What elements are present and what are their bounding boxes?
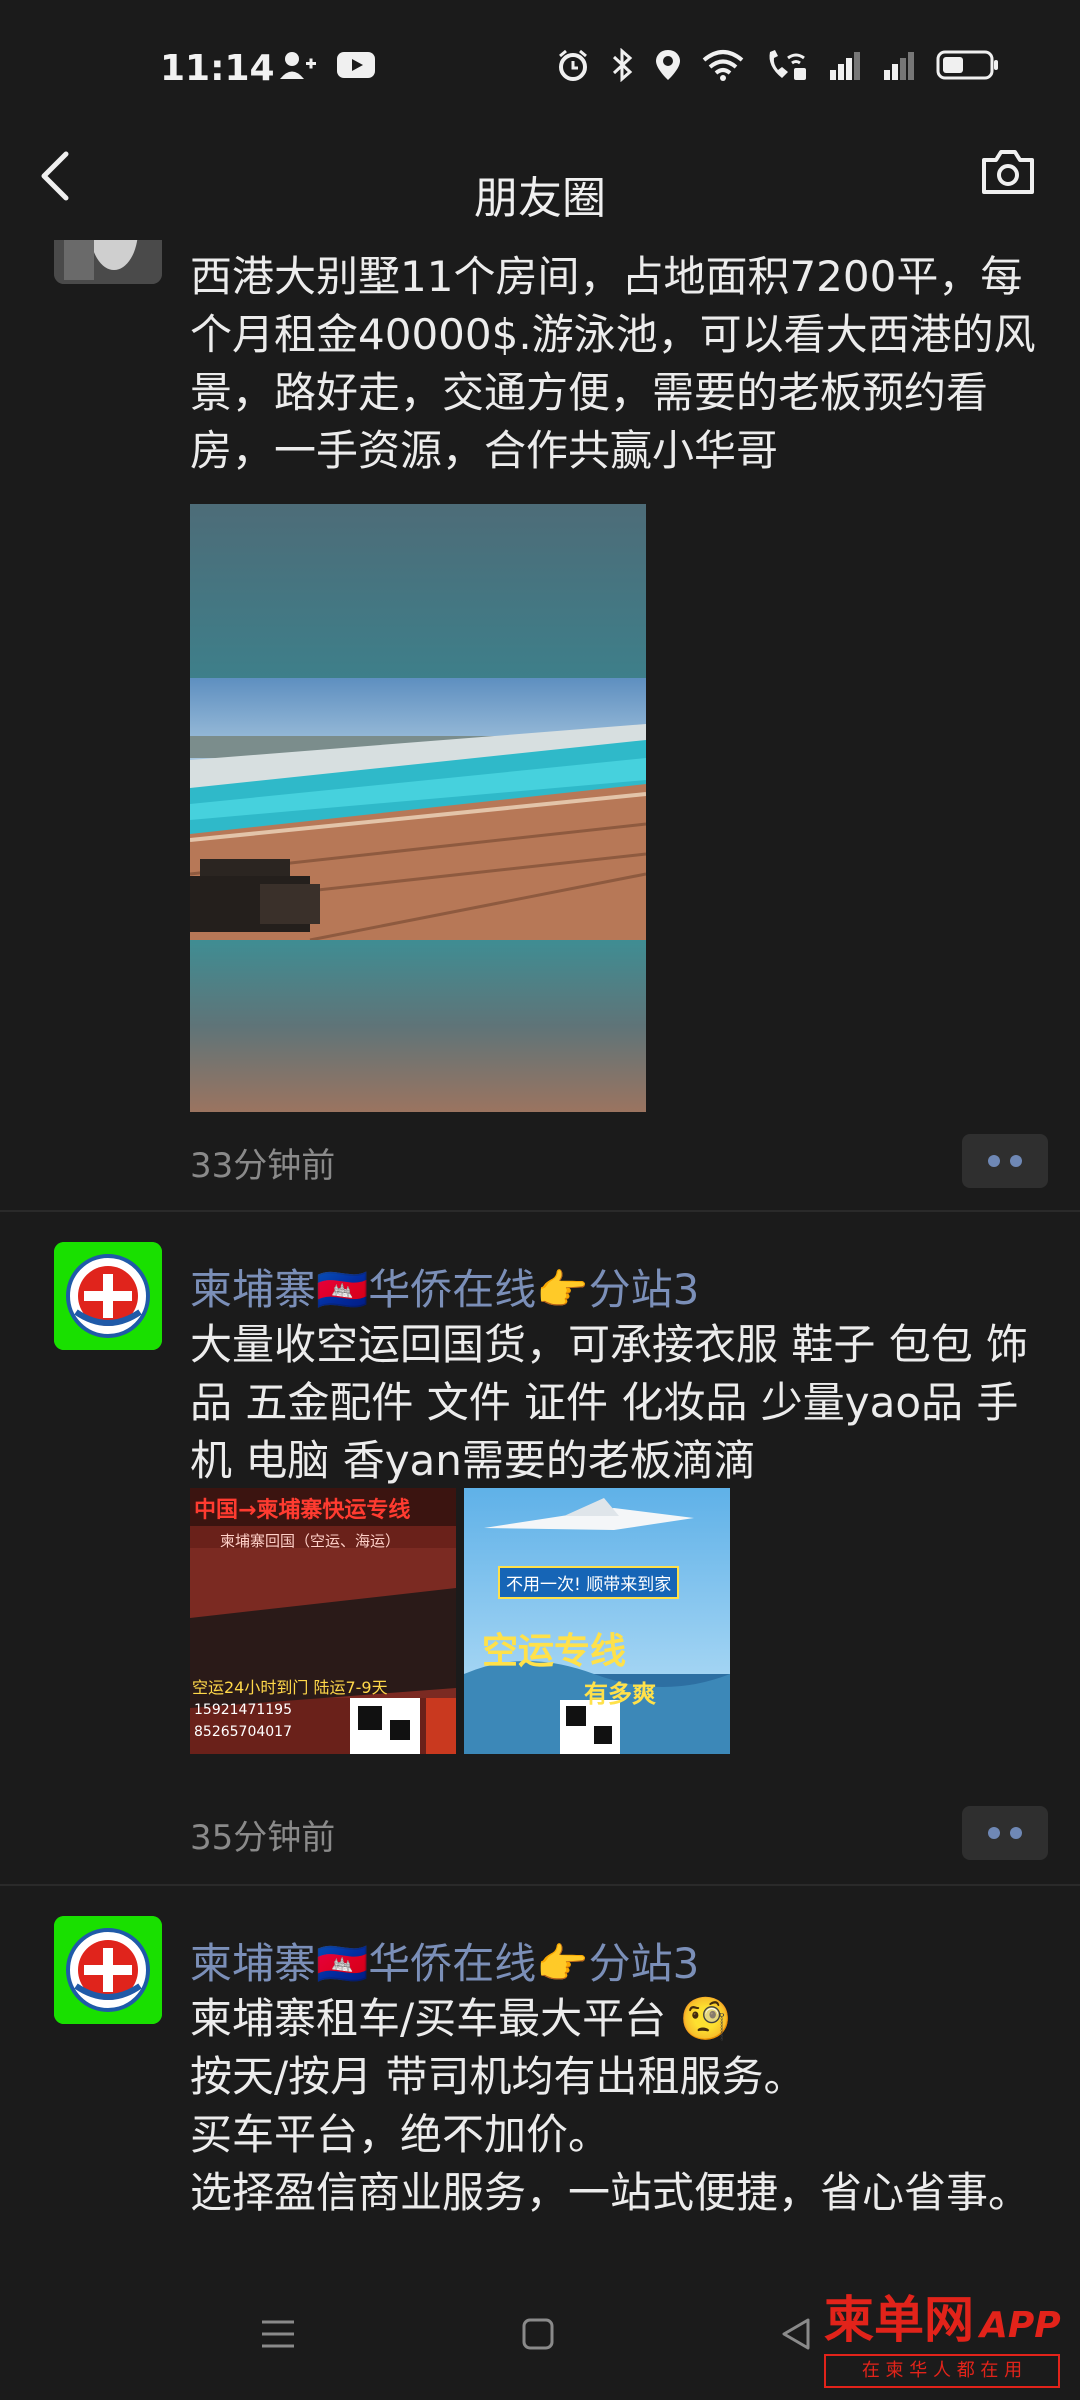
image-subtitle: 柬埔寨回国（空运、海运） (220, 1532, 401, 1550)
moment-post: 柬埔寨🇰🇭华侨在线👉分站3 柬埔寨租车/买车最大平台 🧐 按天/按月 带司机均有… (0, 1886, 1080, 2270)
signal-2-icon (884, 52, 914, 80)
post-text-line: 买车平台，绝不加价。 (190, 2110, 611, 2159)
post-author[interactable]: 柬埔寨🇰🇭华侨在线👉分站3 (190, 1930, 699, 1991)
camera-icon[interactable] (980, 148, 1036, 196)
status-right-icons (556, 48, 1000, 82)
watermark-logo: 柬单网 APP 在 柬 华 人 都 在 用 (810, 2276, 1070, 2394)
image-headline: 空运专线 (482, 1631, 627, 1672)
battery-icon (936, 50, 998, 80)
add-contact-icon (280, 52, 316, 79)
moment-post: 柬埔寨🇰🇭华侨在线👉分站3 大量收空运回国货，可承接衣服 鞋子 包包 饰品 五金… (0, 1212, 1080, 1886)
navigation-bar: 朋友圈 (0, 140, 1080, 240)
avatar[interactable] (54, 1916, 162, 2024)
avatar[interactable] (54, 1242, 162, 1350)
post-time: 35分钟前 (190, 1818, 336, 1858)
wifi-icon (702, 50, 744, 81)
watermark-brand: 柬单网 APP (824, 2291, 1061, 2349)
image-subtitle: 空运24小时到门 陆运7-9天 (192, 1678, 388, 1697)
image-phone: 85265704017 (194, 1724, 292, 1740)
moments-feed[interactable]: 西港大别墅11个房间，占地面积7200平，每个月租金40000$.游泳池，可以看… (0, 240, 1080, 2270)
menu-icon[interactable] (258, 2314, 298, 2354)
image-phone: 15921471195 (194, 1702, 292, 1718)
video-play-icon (337, 52, 375, 78)
location-icon (656, 50, 680, 80)
more-actions-button[interactable] (962, 1134, 1048, 1188)
signal-1-icon (830, 52, 860, 80)
avatar[interactable] (54, 240, 162, 284)
post-image[interactable] (190, 504, 646, 1112)
moment-post: 西港大别墅11个房间，占地面积7200平，每个月租金40000$.游泳池，可以看… (0, 240, 1080, 1212)
more-actions-button[interactable] (962, 1806, 1048, 1860)
page-title: 朋友圈 (474, 173, 606, 224)
post-image[interactable]: 中国→柬埔寨快运专线 柬埔寨回国（空运、海运） 空运24小时到门 陆运7-9天 … (190, 1488, 456, 1754)
post-text-line: 按天/按月 带司机均有出租服务。 (190, 2052, 806, 2101)
post-text: 西港大别墅11个房间，占地面积7200平，每个月租金40000$.游泳池，可以看… (190, 252, 1036, 475)
post-text: 柬埔寨租车/买车最大平台 🧐 按天/按月 带司机均有出租服务。 买车平台，绝不加… (190, 1990, 1050, 2222)
post-text: 大量收空运回国货，可承接衣服 鞋子 包包 饰品 五金配件 文件 证件 化妆品 少… (190, 1320, 1029, 1485)
post-image[interactable]: 不用一次! 顺带来到家 空运专线 有多爽 (464, 1488, 730, 1754)
post-text-line: 选择盈信商业服务，一站式便捷，省心省事。 (190, 2168, 1031, 2217)
status-left-icons (278, 50, 376, 80)
post-text-line: 柬埔寨租车/买车最大平台 🧐 (190, 1994, 732, 2043)
status-bar: 11:14 (0, 0, 1080, 140)
image-banner: 不用一次! 顺带来到家 (498, 1566, 680, 1599)
home-icon[interactable] (518, 2314, 558, 2354)
status-time: 11:14 (160, 48, 275, 89)
post-time: 33分钟前 (190, 1146, 336, 1186)
watermark-slogan: 在 柬 华 人 都 在 用 (824, 2354, 1060, 2388)
back-arrow-icon[interactable] (36, 148, 76, 204)
bluetooth-icon (612, 48, 633, 82)
wifi-call-icon (769, 50, 806, 80)
image-headline: 中国→柬埔寨快运专线 (194, 1498, 411, 1523)
post-author[interactable]: 柬埔寨🇰🇭华侨在线👉分站3 (190, 1256, 699, 1317)
alarm-icon (559, 49, 587, 81)
image-slogan: 有多爽 (584, 1680, 656, 1708)
